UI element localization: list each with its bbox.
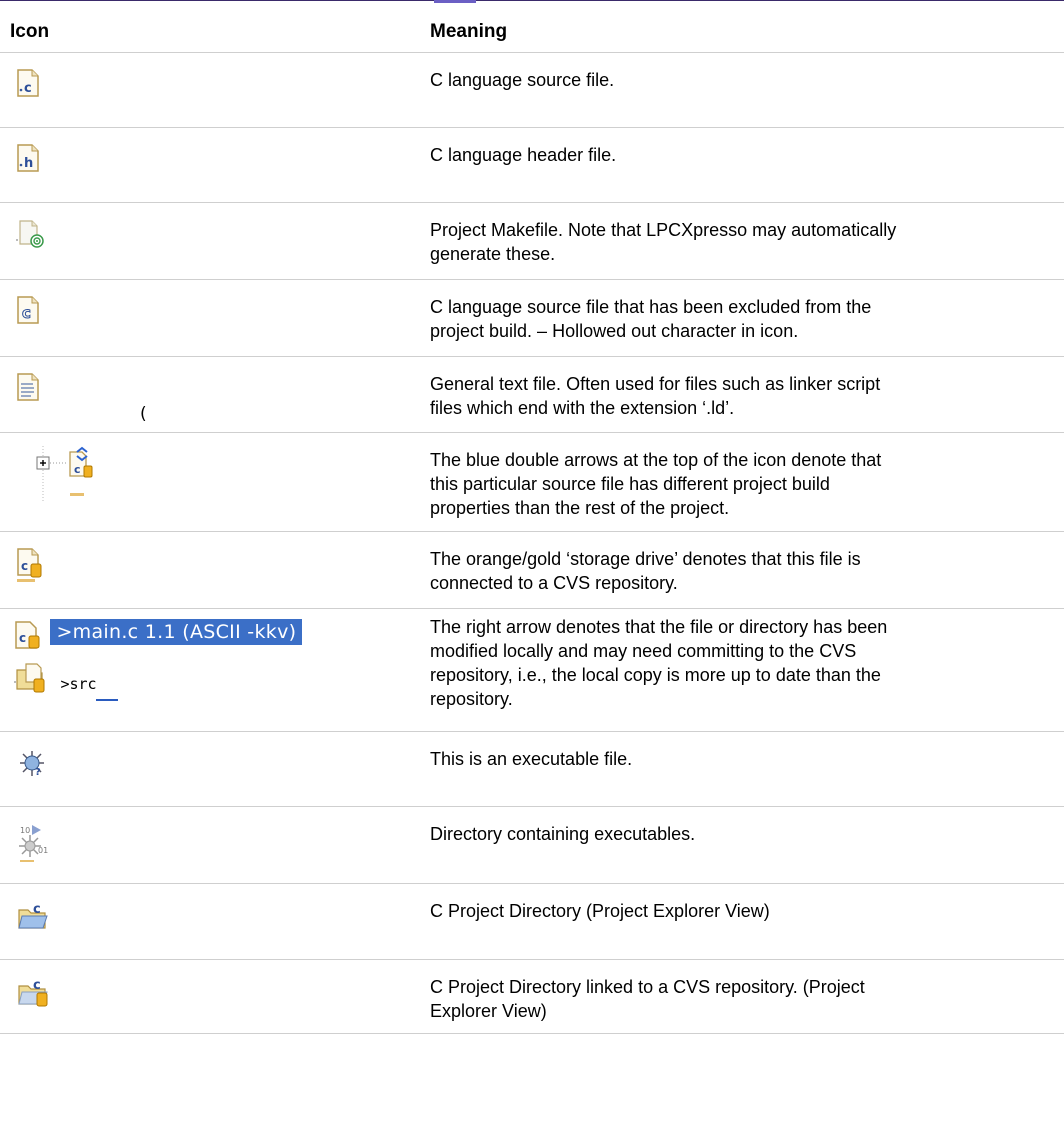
table-row: c >main.c 1.1 (ASCII -kkv) >src The righ… <box>0 608 1064 732</box>
cvs-connected-file-icon: c <box>16 548 44 587</box>
meaning-line: General text file. Often used for files … <box>430 374 881 394</box>
meaning-line: Explorer View) <box>430 1001 547 1021</box>
svg-text:10: 10 <box>20 826 30 835</box>
meaning-column-header: Meaning <box>418 12 1064 53</box>
meaning-line: C Project Directory (Project Explorer Vi… <box>430 901 770 921</box>
meaning-line: repository, i.e., the local copy is more… <box>430 665 881 685</box>
meaning-line: generate these. <box>430 244 556 264</box>
table-row: c C Project Directory linked to a CVS re… <box>0 959 1064 1034</box>
modified-folder-label: >src <box>60 675 119 701</box>
svg-text:h: h <box>24 156 33 171</box>
svg-text:c: c <box>21 559 28 573</box>
cvs-modified-file-icon: c <box>14 619 42 654</box>
cvs-modified-folder-icon <box>14 661 48 700</box>
c-header-file-icon: h <box>16 144 40 177</box>
meaning-line: repository. <box>430 689 513 709</box>
meaning-line: modified locally and may need committing… <box>430 641 857 661</box>
meaning-line: properties than the rest of the project. <box>430 498 730 518</box>
modified-file-label: >main.c 1.1 (ASCII -kkv) <box>50 619 303 645</box>
svg-text:c: c <box>33 902 41 917</box>
meaning-line: Directory containing executables. <box>430 824 696 844</box>
table-row: Project Makefile. Note that LPCXpresso m… <box>0 202 1064 280</box>
table-row: c C language source file that has been e… <box>0 279 1064 357</box>
executable-file-icon: ? <box>16 748 50 785</box>
svg-text:c: c <box>22 304 31 322</box>
icon-meaning-table: Icon Meaning c C language source file. h <box>0 12 1064 1034</box>
meaning-line: project build. – Hollowed out character … <box>430 321 799 341</box>
table-row: c C language source file. <box>0 52 1064 128</box>
table-row: General text file. Often used for files … <box>0 356 1064 433</box>
svg-text:c: c <box>74 463 81 476</box>
icon-column-header: Icon <box>0 12 418 53</box>
svg-text:c: c <box>33 978 41 993</box>
table-header-row: Icon Meaning <box>0 12 1064 53</box>
meaning-line: This is an executable file. <box>430 749 633 769</box>
table-row: 10 01 Directory containing executables. <box>0 806 1064 884</box>
meaning-line: C language header file. <box>430 145 617 165</box>
c-project-directory-icon: c <box>16 900 50 937</box>
text-file-icon <box>16 373 40 406</box>
svg-text:c: c <box>24 81 32 96</box>
meaning-line: Project Makefile. Note that LPCXpresso m… <box>430 220 897 240</box>
svg-text:c: c <box>19 631 26 645</box>
table-row: c C Project Directory (Project Explorer … <box>0 883 1064 960</box>
meaning-line: The blue double arrows at the top of the… <box>430 450 882 470</box>
table-row: c The orange/gold ‘storage drive’ denote… <box>0 531 1064 609</box>
c-source-file-icon: c <box>16 69 40 102</box>
c-project-cvs-directory-icon: c <box>16 976 50 1013</box>
meaning-line: connected to a CVS repository. <box>430 573 678 593</box>
table-row: h C language header file. <box>0 127 1064 203</box>
icon-tree-label: ( <box>140 404 147 424</box>
makefile-icon <box>16 219 46 254</box>
meaning-line: C language source file. <box>430 70 615 90</box>
custom-build-properties-icon: c <box>32 446 142 507</box>
top-border <box>0 0 1064 1</box>
svg-text:?: ? <box>35 767 41 778</box>
meaning-line: The orange/gold ‘storage drive’ denotes … <box>430 549 861 569</box>
excluded-c-source-file-icon: c <box>16 296 40 329</box>
meaning-line: this particular source file has differen… <box>430 474 830 494</box>
svg-text:01: 01 <box>38 846 48 855</box>
meaning-line: C language source file that has been exc… <box>430 297 872 317</box>
executables-directory-icon: 10 01 <box>16 823 50 868</box>
meaning-line: The right arrow denotes that the file or… <box>430 617 888 637</box>
meaning-line: files which end with the extension ‘.ld’… <box>430 398 735 418</box>
table-row: ? This is an executable file. <box>0 731 1064 807</box>
meaning-line: C Project Directory linked to a CVS repo… <box>430 977 865 997</box>
table-row: c ( The blue double arrows at the top of… <box>0 404 1064 532</box>
top-border-accent <box>434 0 476 3</box>
